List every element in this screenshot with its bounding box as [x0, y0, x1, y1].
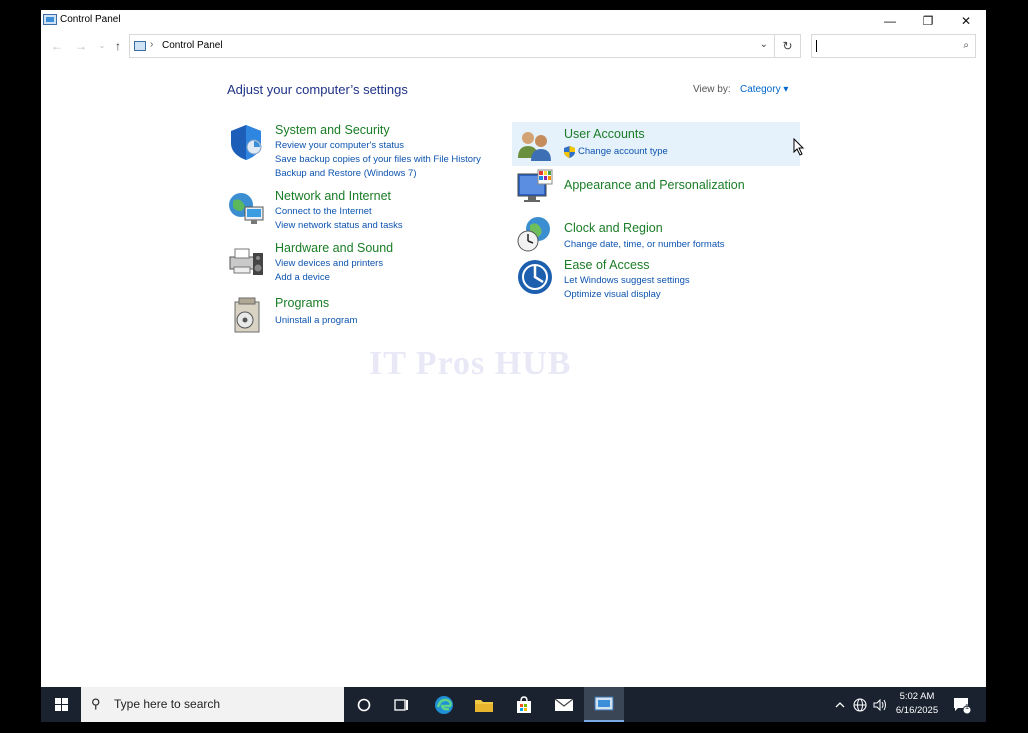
link-backup-restore[interactable]: Backup and Restore (Windows 7): [275, 168, 417, 179]
text-caret: [816, 40, 817, 52]
control-panel-icon: [134, 41, 146, 51]
network-tray-button[interactable]: [851, 687, 869, 722]
link-windows-suggest[interactable]: Let Windows suggest settings: [564, 275, 690, 286]
category-title[interactable]: Network and Internet: [275, 189, 391, 203]
title-bar: Control Panel — ❐ ✕: [41, 10, 986, 32]
link-change-account-type[interactable]: Change account type: [578, 146, 668, 157]
page-title: Adjust your computer’s settings: [227, 82, 408, 97]
link-date-time-formats[interactable]: Change date, time, or number formats: [564, 239, 725, 250]
link-devices-printers[interactable]: View devices and printers: [275, 258, 383, 269]
action-center-button[interactable]: 1: [947, 687, 977, 722]
task-view-icon: [394, 698, 408, 711]
close-button[interactable]: ✕: [947, 10, 985, 32]
folder-icon: [475, 699, 493, 712]
uac-shield-icon: [564, 146, 575, 158]
search-icon: ⚲: [91, 696, 101, 711]
store-bag-icon: [517, 695, 531, 713]
link-optimize-display[interactable]: Optimize visual display: [564, 289, 661, 300]
link-connect-internet[interactable]: Connect to the Internet: [275, 206, 372, 217]
mail-envelope-icon: [554, 698, 574, 711]
back-button[interactable]: ←: [48, 38, 66, 54]
speaker-icon: [873, 698, 886, 711]
control-panel-icon: [43, 14, 57, 25]
taskbar-search-placeholder: Type here to search: [114, 697, 221, 711]
category-title[interactable]: Programs: [275, 296, 329, 310]
start-button[interactable]: [41, 687, 81, 722]
up-button[interactable]: ↑: [109, 38, 127, 54]
restore-button[interactable]: ❐: [909, 10, 947, 32]
address-bar[interactable]: › Control Panel ⌄: [129, 34, 775, 58]
category-title[interactable]: System and Security: [275, 123, 390, 137]
taskbar: ⚲ Type here to search 5:02 AM 6/16/2025 …: [41, 687, 986, 722]
ease-of-access-icon: [518, 260, 552, 294]
category-title[interactable]: Appearance and Personalization: [564, 178, 745, 192]
windows-logo-icon: [54, 698, 68, 711]
view-by-label: View by:: [693, 84, 731, 95]
cortana-button[interactable]: [344, 687, 384, 722]
forward-button[interactable]: →: [72, 38, 90, 54]
navigation-bar: ← → ⌄ ↑ › Control Panel ⌄ ↻ ⌕: [41, 32, 986, 62]
control-panel-window: Control Panel — ❐ ✕ ← → ⌄ ↑ › Control Pa…: [41, 10, 986, 722]
notification-count-badge: 1: [965, 704, 969, 711]
clock-date: 6/16/2025: [895, 705, 939, 716]
window-title: Control Panel: [60, 14, 121, 25]
printer-speaker-icon: [229, 248, 263, 275]
show-hidden-icons-button[interactable]: [831, 687, 849, 722]
link-uninstall-program[interactable]: Uninstall a program: [275, 315, 357, 326]
edge-icon: [435, 695, 453, 714]
link-network-status[interactable]: View network status and tasks: [275, 220, 403, 231]
control-panel-taskbar-button[interactable]: [584, 687, 624, 722]
chevron-up-icon: [835, 702, 845, 708]
chevron-down-icon[interactable]: ⌄: [760, 39, 768, 50]
programs-disc-icon: [234, 297, 260, 333]
category-title[interactable]: Clock and Region: [564, 221, 663, 235]
link-review-status[interactable]: Review your computer's status: [275, 140, 404, 151]
control-panel-icon: [594, 696, 614, 710]
users-icon: [518, 132, 551, 161]
category-title[interactable]: User Accounts: [564, 127, 645, 141]
edge-browser-button[interactable]: [424, 687, 464, 722]
taskbar-clock[interactable]: 5:02 AM 6/16/2025: [887, 690, 947, 718]
watermark: IT Pros HUB: [369, 345, 572, 382]
task-view-button[interactable]: [382, 687, 422, 722]
hover-highlight: [512, 122, 800, 166]
search-icon[interactable]: ⌕: [963, 40, 969, 51]
category-title[interactable]: Hardware and Sound: [275, 241, 393, 255]
clock-globe-icon: [517, 217, 550, 252]
category-title[interactable]: Ease of Access: [564, 258, 649, 272]
mail-button[interactable]: [544, 687, 584, 722]
mouse-cursor-icon: [793, 138, 805, 156]
breadcrumb-separator[interactable]: ›: [150, 39, 153, 50]
file-explorer-button[interactable]: [464, 687, 504, 722]
taskbar-search-box[interactable]: ⚲ Type here to search: [81, 687, 344, 722]
cortana-circle-icon: [357, 698, 371, 711]
search-input[interactable]: ⌕: [811, 34, 976, 58]
link-add-device[interactable]: Add a device: [275, 272, 330, 283]
view-by-dropdown[interactable]: Category ▾: [740, 84, 788, 95]
clock-time: 5:02 AM: [899, 691, 935, 702]
link-file-history[interactable]: Save backup copies of your files with Fi…: [275, 154, 481, 165]
breadcrumb-control-panel[interactable]: Control Panel: [162, 40, 223, 51]
store-button[interactable]: [504, 687, 544, 722]
shield-icon: [231, 125, 262, 160]
globe-icon: [853, 697, 867, 712]
minimize-button[interactable]: —: [871, 10, 909, 32]
globe-network-icon: [229, 193, 264, 224]
monitor-palette-icon: [517, 169, 553, 202]
refresh-button[interactable]: ↻: [775, 34, 801, 58]
